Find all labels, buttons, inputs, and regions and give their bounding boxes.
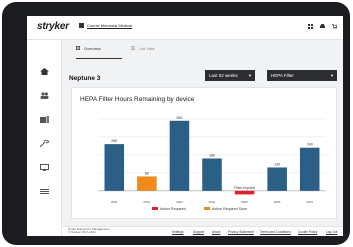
x-tick-label: 0003 xyxy=(176,200,183,204)
footer-link-cookies[interactable]: Cookie Policy xyxy=(298,230,317,234)
building-icon xyxy=(79,23,84,28)
legend-swatch xyxy=(204,207,210,210)
tab-overview[interactable]: Overview xyxy=(84,46,101,51)
legend-label: Action Required Soon xyxy=(212,207,247,211)
list-icon[interactable] xyxy=(40,188,49,195)
app-screen: stryker Connie Memorial Medical Overview… xyxy=(27,16,343,236)
chevron-down-icon: ▼ xyxy=(330,73,334,78)
bar-0001[interactable] xyxy=(104,144,125,191)
footer-brand: Smart Equipment Management © Stryker 201… xyxy=(68,227,110,235)
chart-card: HEPA Filter Hours Remaining by device 26… xyxy=(71,87,337,219)
bar-value-label: 390 xyxy=(176,116,182,120)
home-icon[interactable] xyxy=(40,68,49,75)
footer-link-support[interactable]: Support xyxy=(193,230,204,234)
top-bar: stryker Connie Memorial Medical xyxy=(27,16,343,40)
print-icon[interactable] xyxy=(320,24,325,29)
chevron-down-icon: ▼ xyxy=(248,73,252,78)
bar-0005[interactable] xyxy=(234,190,255,195)
bar-value-label: 180 xyxy=(209,153,215,157)
footer-link-terms[interactable]: Terms and Conditions xyxy=(260,230,291,234)
bar-value-label: 260 xyxy=(111,139,117,143)
facility-link[interactable]: Connie Memorial Medical xyxy=(87,23,132,28)
x-tick-label: 0002 xyxy=(144,200,151,204)
metric-dropdown[interactable]: HEPA Filter ▼ xyxy=(267,70,337,81)
footer-link-about[interactable]: About xyxy=(212,230,220,234)
metric-dropdown-value: HEPA Filter xyxy=(271,73,294,78)
bar-value-label: 240 xyxy=(307,143,313,147)
tab-list-view[interactable]: List View xyxy=(139,46,155,51)
bar-value-label: 80 xyxy=(145,171,149,175)
footer-copyright: © Stryker 2017-2024 xyxy=(68,230,96,235)
footer-link-settings[interactable]: Settings xyxy=(172,230,184,234)
tablet-frame: stryker Connie Memorial Medical Overview… xyxy=(2,2,350,245)
x-tick-label: 0001 xyxy=(111,200,118,204)
bar-0007[interactable] xyxy=(299,147,320,191)
x-tick-label: 0007 xyxy=(306,200,313,204)
legend-label: Action Required xyxy=(160,207,186,211)
bar-value-label: Filter expired xyxy=(234,186,255,190)
cart-icon[interactable] xyxy=(332,24,337,29)
list-icon xyxy=(131,46,135,50)
bar-0004[interactable] xyxy=(202,158,222,191)
legend-swatch xyxy=(152,207,158,210)
sidebar xyxy=(27,40,62,236)
users-icon[interactable] xyxy=(40,92,49,99)
bar-chart: 260 0001 80 0002 390 0003 180 0004 Filter expire… xyxy=(98,116,326,211)
x-tick-label: 0006 xyxy=(274,200,281,204)
devices-icon[interactable] xyxy=(40,116,49,123)
bar-0003[interactable] xyxy=(169,120,190,191)
footer-link-privacy[interactable]: Privacy Statement xyxy=(228,230,254,234)
monitor-icon[interactable] xyxy=(40,164,49,171)
period-dropdown[interactable]: Last 52 weeks ▼ xyxy=(205,70,255,81)
tools-icon[interactable] xyxy=(40,140,49,147)
x-tick-label: 0005 xyxy=(241,200,248,204)
active-tab-indicator xyxy=(76,58,122,59)
footer: Smart Equipment Management © Stryker 201… xyxy=(62,226,343,236)
bar-value-label: 130 xyxy=(274,162,280,166)
view-tabs: Overview List View xyxy=(62,40,343,62)
bar-0006[interactable] xyxy=(267,167,287,191)
x-tick-label: 0004 xyxy=(209,200,216,204)
period-dropdown-value: Last 52 weeks xyxy=(209,73,238,78)
stryker-logo: stryker xyxy=(37,21,69,32)
device-title: Neptune 3 xyxy=(69,75,101,82)
grid-icon xyxy=(76,46,80,50)
footer-link-logout[interactable]: Log Out xyxy=(326,230,337,234)
bar-0002[interactable] xyxy=(137,176,157,191)
grid-icon[interactable] xyxy=(308,24,313,29)
